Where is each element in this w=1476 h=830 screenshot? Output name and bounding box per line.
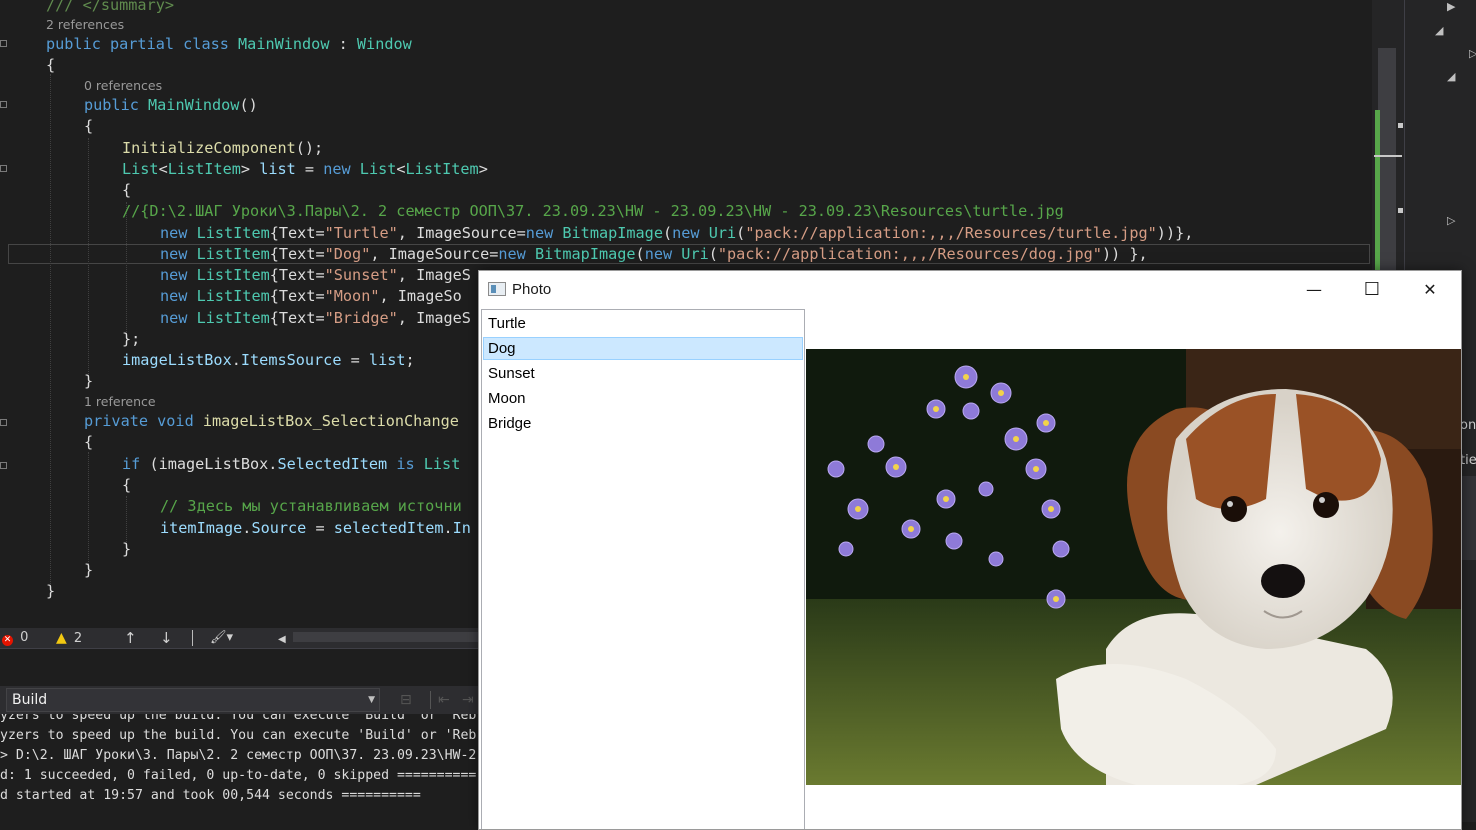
list-item[interactable]: Sunset: [483, 362, 803, 385]
collapse-marker[interactable]: [0, 419, 7, 426]
codelens-references[interactable]: 1 reference: [84, 395, 156, 409]
code-line: private void imageListBox_SelectionChang…: [84, 412, 459, 430]
list-item[interactable]: Bridge: [483, 412, 803, 435]
find-message-icon[interactable]: ⊟: [400, 692, 412, 708]
window-title: Photo: [512, 281, 552, 298]
code-line: }: [84, 372, 94, 390]
output-line: yzers to speed up the build. You can exe…: [0, 714, 477, 723]
window-title-bar[interactable]: Photo — ☐ ✕: [479, 271, 1461, 309]
change-indicator: [1375, 110, 1380, 270]
item-image: [806, 349, 1461, 785]
close-button[interactable]: ✕: [1401, 271, 1459, 309]
warning-icon: ▲: [56, 630, 67, 646]
scroll-left-arrow-icon[interactable]: ◀: [278, 631, 286, 649]
code-line: new ListItem{Text="Turtle", ImageSource=…: [160, 224, 1194, 242]
codelens-references[interactable]: 0 references: [84, 79, 162, 93]
code-line: // Здесь мы устанавливаем источни: [160, 497, 462, 515]
output-pane-header: [0, 648, 480, 687]
code-line: }: [46, 582, 56, 600]
status-divider: [192, 630, 193, 646]
indent-guide: [126, 496, 127, 544]
photo-window[interactable]: Photo — ☐ ✕ Turtle Dog Sunset Moon Bridg…: [478, 270, 1462, 830]
code-line: new ListItem{Text="Dog", ImageSource=new…: [160, 245, 1148, 263]
output-log[interactable]: yzers to speed up the build. You can exe…: [0, 714, 480, 822]
code-line: new ListItem{Text="Moon", ImageSo: [160, 287, 462, 305]
horizontal-scrollbar-thumb[interactable]: [293, 632, 480, 642]
output-line: > D:\2. ШАГ Уроки\3. Пары\2. 2 семестр О…: [0, 748, 477, 763]
output-source-dropdown[interactable]: Build ▼: [6, 688, 380, 712]
panel-text-fragment: tie: [1460, 453, 1476, 468]
code-line: imageListBox.ItemsSource = list;: [122, 351, 415, 369]
code-line: };: [122, 330, 141, 348]
expand-arrow-icon[interactable]: ▷: [1469, 47, 1476, 60]
code-line: }: [84, 561, 94, 579]
dropdown-arrow-icon: ▼: [368, 695, 375, 705]
caret-position-marker: [1374, 155, 1402, 157]
next-message-icon[interactable]: ⇥: [462, 692, 474, 708]
code-line: if (imageListBox.SelectedItem is List: [122, 455, 461, 473]
expand-arrow-icon[interactable]: ▶: [1447, 0, 1455, 13]
code-cleanup-brush-icon[interactable]: 🖌▾: [210, 629, 233, 647]
code-line: {: [84, 433, 94, 451]
indent-guide: [88, 138, 89, 378]
code-line: //{D:\2.ШАГ Уроки\3.Пары\2. 2 семестр ОО…: [122, 202, 1064, 220]
minimize-button[interactable]: —: [1285, 271, 1343, 309]
output-source-value: Build: [12, 692, 48, 708]
code-line: public partial class MainWindow : Window: [46, 35, 412, 53]
collapse-arrow-icon[interactable]: ◢: [1447, 70, 1455, 83]
collapse-marker[interactable]: [0, 40, 7, 47]
output-line: yzers to speed up the build. You can exe…: [0, 728, 477, 743]
toolbar-divider: [430, 691, 431, 709]
code-line: public MainWindow(): [84, 96, 258, 114]
code-line: List<ListItem> list = new List<ListItem>: [122, 160, 488, 178]
list-item[interactable]: Turtle: [483, 312, 803, 335]
code-line: itemImage.Source = selectedItem.In: [160, 519, 471, 537]
previous-issue-arrow-icon[interactable]: ↑: [124, 629, 137, 647]
warning-count[interactable]: ▲ 2: [56, 629, 82, 648]
output-line: d started at 19:57 and took 00,544 secon…: [0, 788, 421, 803]
scroll-marker: [1398, 208, 1403, 213]
scroll-marker: [1398, 123, 1403, 128]
code-line: {: [84, 117, 94, 135]
panel-text-fragment: on: [1460, 418, 1476, 433]
next-issue-arrow-icon[interactable]: ↓: [160, 629, 173, 647]
code-line: InitializeComponent();: [122, 139, 324, 157]
expand-arrow-icon[interactable]: ▷: [1447, 214, 1455, 227]
previous-message-icon[interactable]: ⇤: [438, 692, 450, 708]
collapse-marker[interactable]: [0, 165, 7, 172]
warning-count-value: 2: [73, 631, 83, 646]
indent-guide: [88, 452, 89, 564]
code-line: {: [122, 181, 132, 199]
puppy-photo: [806, 349, 1461, 785]
error-count[interactable]: ✕ 0: [2, 629, 28, 647]
collapse-arrow-icon[interactable]: ◢: [1435, 24, 1443, 37]
output-toolbar: Build ▼ ⊟ ⇤ ⇥: [0, 686, 480, 714]
collapse-marker[interactable]: [0, 101, 7, 108]
image-list-box[interactable]: Turtle Dog Sunset Moon Bridge: [481, 309, 805, 829]
code-line: new ListItem{Text="Bridge", ImageS: [160, 309, 471, 327]
app-window-icon: [488, 282, 506, 296]
indent-guide: [50, 74, 51, 586]
code-line: /// </summary>: [46, 0, 175, 14]
collapse-marker[interactable]: [0, 462, 7, 469]
error-icon: ✕: [2, 635, 13, 646]
maximize-button[interactable]: ☐: [1343, 271, 1401, 309]
code-line: new ListItem{Text="Sunset", ImageS: [160, 266, 471, 284]
list-item[interactable]: Moon: [483, 387, 803, 410]
error-count-value: 0: [20, 630, 29, 645]
code-line: {: [122, 476, 132, 494]
code-line: }: [122, 540, 132, 558]
codelens-references[interactable]: 2 references: [46, 18, 124, 32]
code-line: {: [46, 56, 56, 74]
list-item-selected[interactable]: Dog: [483, 337, 803, 360]
output-line: d: 1 succeeded, 0 failed, 0 up-to-date, …: [0, 768, 477, 783]
